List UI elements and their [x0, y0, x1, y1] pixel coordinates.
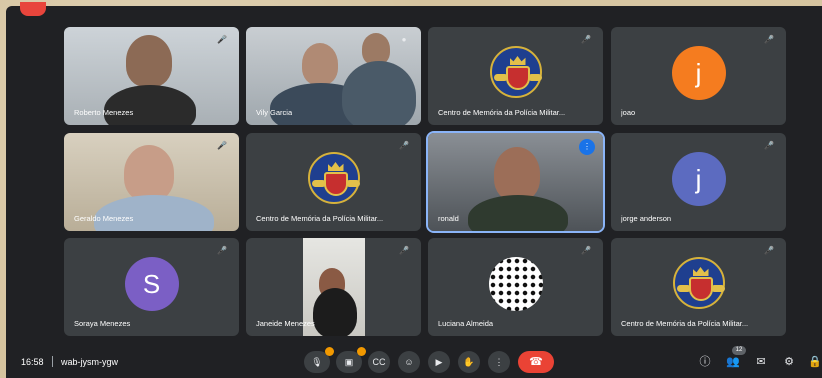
- captions-button[interactable]: CC: [368, 351, 390, 373]
- camera-icon: ▣: [344, 357, 354, 367]
- mic-off-icon: 🎤: [764, 246, 774, 255]
- participant-tile[interactable]: 🎤 Centro de Memória da Polícia Militar..…: [428, 27, 603, 125]
- participant-tile[interactable]: 🎤 Luciana Almeida: [428, 238, 603, 336]
- pm-emblem-icon: [489, 46, 542, 98]
- participant-tile[interactable]: S 🎤 Soraya Menezes: [64, 238, 239, 336]
- emoji-button[interactable]: ☺: [398, 351, 420, 373]
- captions-icon: CC: [372, 357, 386, 367]
- mic-off-icon: 🎤: [217, 246, 227, 255]
- participant-tile[interactable]: 🎤 Roberto Menezes: [64, 27, 239, 125]
- participant-tile[interactable]: j 🎤 jorge anderson: [611, 133, 786, 231]
- pm-emblem-icon: [672, 257, 725, 309]
- meeting-code: wab-jysm-ygw: [61, 357, 119, 367]
- participant-name: Centro de Memória da Polícia Militar...: [438, 108, 566, 117]
- participant-name: ronald: [438, 214, 459, 223]
- clock: 16:58: [21, 357, 44, 367]
- participant-tile[interactable]: 🎤 Geraldo Menezes: [64, 133, 239, 231]
- participant-name: Centro de Memória da Polícia Militar...: [256, 214, 384, 223]
- mic-off-icon: 🎙: [311, 357, 323, 367]
- warning-badge: [325, 347, 334, 356]
- participant-name: Roberto Menezes: [74, 108, 134, 117]
- leave-call-button[interactable]: ☎: [518, 351, 554, 373]
- mic-off-icon: 🎤: [399, 246, 409, 255]
- participant-name: Soraya Menezes: [74, 319, 131, 328]
- avatar: j: [671, 46, 726, 100]
- warning-badge: [357, 347, 366, 356]
- participant-name: Geraldo Menezes: [74, 214, 134, 223]
- info-icon[interactable]: ⓘ: [698, 355, 712, 369]
- participant-tile[interactable]: ● Vily Garcia: [246, 27, 421, 125]
- more-options-button[interactable]: ⋮: [488, 351, 510, 373]
- emoji-icon: ☺: [404, 357, 414, 367]
- more-icon: ⋮: [494, 357, 504, 367]
- participant-name: Vily Garcia: [256, 108, 293, 117]
- mic-toggle-button[interactable]: 🎙: [304, 347, 334, 373]
- participant-tile-speaking[interactable]: ⋮ ronald: [426, 131, 605, 233]
- participant-name: Luciana Almeida: [438, 319, 494, 328]
- mic-off-icon: 🎤: [399, 141, 409, 150]
- participant-name: joao: [621, 108, 636, 117]
- raise-hand-button[interactable]: ✋: [458, 351, 480, 373]
- hangup-icon: ☎: [529, 356, 543, 368]
- people-count-badge: 12: [732, 346, 746, 355]
- mic-off-icon: 🎤: [217, 35, 227, 44]
- avatar: [488, 257, 543, 311]
- divider: [52, 356, 53, 367]
- mic-off-icon: 🎤: [764, 35, 774, 44]
- camera-toggle-button[interactable]: ▣: [336, 347, 366, 373]
- recording-indicator-icon: [20, 2, 46, 16]
- present-button[interactable]: ▶: [428, 351, 450, 373]
- mic-off-icon: 🎤: [581, 35, 591, 44]
- meet-window: 🎤 Roberto Menezes ● Vily Garcia 🎤 Centro…: [6, 2, 822, 378]
- lock-icon[interactable]: 🔒: [808, 355, 822, 369]
- avatar: S: [124, 257, 179, 311]
- activities-icon[interactable]: ⚙: [782, 355, 796, 369]
- mic-off-icon: 🎤: [764, 141, 774, 150]
- mic-off-icon: 🎤: [217, 141, 227, 150]
- participant-tile[interactable]: j 🎤 joao: [611, 27, 786, 125]
- participant-tile[interactable]: 🎤 Centro de Memória da Polícia Militar..…: [611, 238, 786, 336]
- chat-icon[interactable]: ✉: [754, 355, 768, 369]
- participant-tile[interactable]: 🎤 Janeide Menezes: [246, 238, 421, 336]
- mic-off-icon: 🎤: [581, 246, 591, 255]
- speaking-icon: ⋮: [579, 139, 595, 155]
- avatar: j: [671, 152, 726, 206]
- participant-tile[interactable]: 🎤 Centro de Memória da Polícia Militar..…: [246, 133, 421, 231]
- people-icon[interactable]: 👥: [726, 355, 740, 369]
- control-bar: 16:58 wab-jysm-ygw 🎙 ▣ CC ☺ ▶ ✋ ⋮ ☎ ⓘ 👥 …: [6, 346, 822, 378]
- hand-icon: ✋: [463, 357, 475, 367]
- present-icon: ▶: [435, 357, 443, 367]
- pm-emblem-icon: [307, 152, 360, 204]
- participant-name: jorge anderson: [621, 214, 672, 223]
- pin-icon: ●: [401, 35, 407, 44]
- participant-name: Janeide Menezes: [256, 319, 315, 328]
- participant-name: Centro de Memória da Polícia Militar...: [621, 319, 749, 328]
